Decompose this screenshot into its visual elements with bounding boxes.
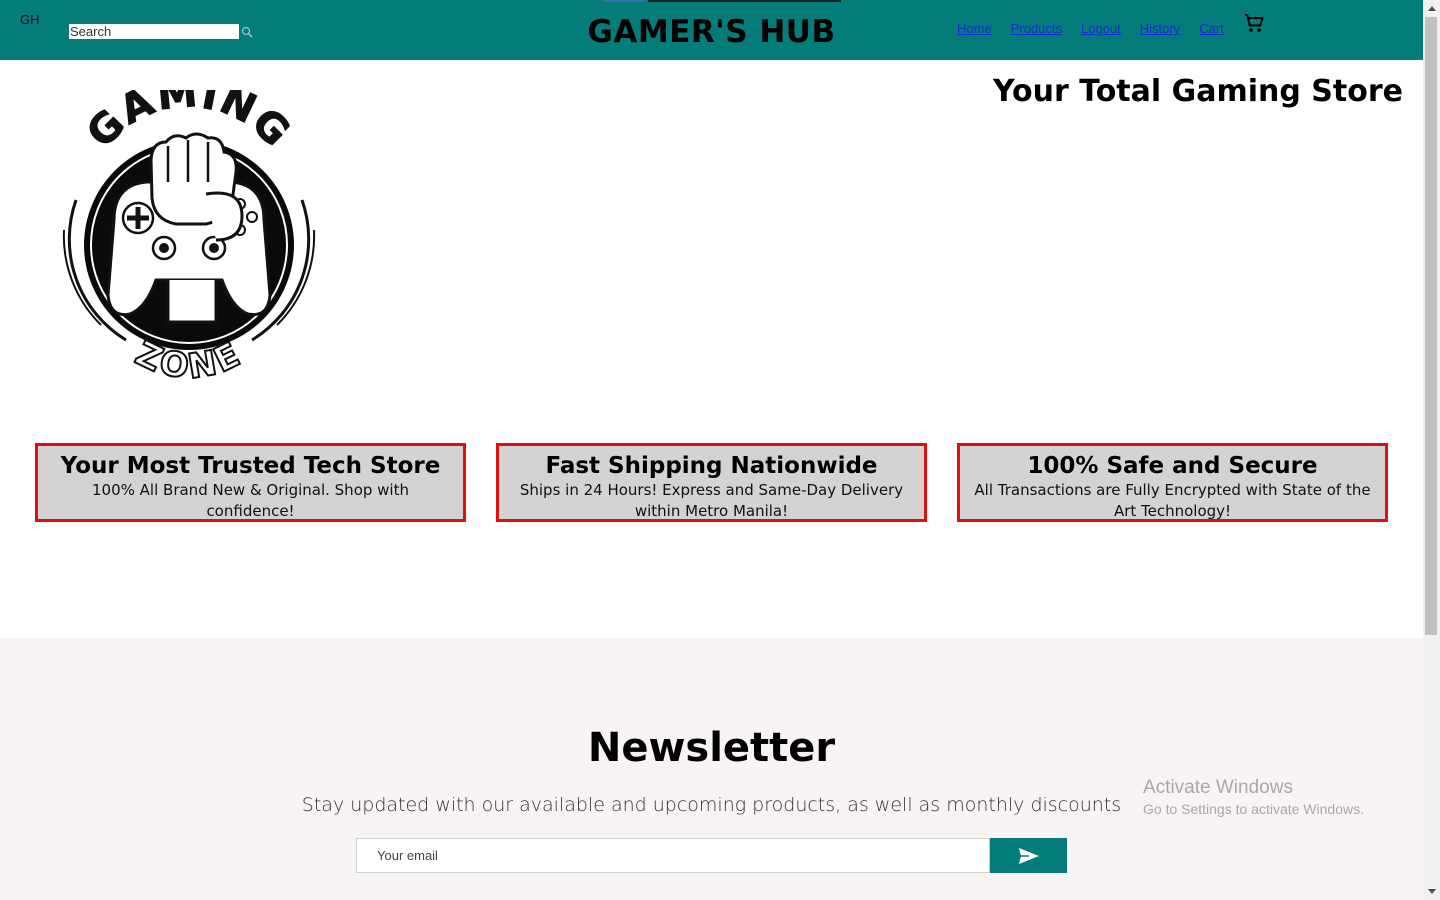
send-icon — [1018, 847, 1039, 864]
vertical-scrollbar[interactable] — [1423, 0, 1440, 900]
feature-text: Ships in 24 Hours! Express and Same-Day … — [519, 481, 904, 520]
page: GH GAMER'S HUB Home Products Logout Hist… — [0, 0, 1423, 900]
feature-card-trusted: Your Most Trusted Tech Store 100% All Br… — [35, 443, 466, 522]
newsletter-form — [356, 838, 1067, 873]
scroll-up-arrow-icon[interactable] — [1423, 0, 1440, 17]
title-accent-line — [603, 0, 645, 2]
nav-history-link[interactable]: History — [1140, 21, 1180, 36]
title-accent-line — [648, 0, 841, 2]
newsletter-title: Newsletter — [587, 725, 836, 771]
site-title: GAMER'S HUB — [587, 14, 836, 50]
nav-products-link[interactable]: Products — [1011, 21, 1062, 36]
send-button[interactable] — [990, 838, 1067, 873]
feature-title: 100% Safe and Secure — [1027, 453, 1318, 479]
feature-text: All Transactions are Fully Encrypted wit… — [974, 481, 1371, 520]
nav-logout-link[interactable]: Logout — [1081, 21, 1121, 36]
watermark-line: Go to Settings to activate Windows. — [1143, 801, 1364, 817]
search-icon[interactable] — [241, 26, 253, 38]
windows-activation-watermark: Activate Windows Go to Settings to activ… — [1143, 776, 1364, 819]
brand-initials[interactable]: GH — [20, 12, 40, 27]
email-field[interactable] — [356, 838, 990, 873]
feature-title: Fast Shipping Nationwide — [545, 453, 878, 479]
nav-cart-link[interactable]: Cart — [1199, 21, 1224, 36]
main-nav: Home Products Logout History Cart — [957, 21, 1243, 36]
nav-home-link[interactable]: Home — [957, 21, 992, 36]
feature-card-shipping: Fast Shipping Nationwide Ships in 24 Hou… — [496, 443, 927, 522]
watermark-line: Activate Windows — [1143, 777, 1293, 798]
feature-text: 100% All Brand New & Original. Shop with… — [92, 481, 409, 520]
search-bar — [69, 24, 253, 39]
feature-title: Your Most Trusted Tech Store — [60, 453, 441, 479]
top-navbar: GH GAMER'S HUB Home Products Logout Hist… — [0, 0, 1423, 60]
search-input[interactable] — [69, 24, 239, 39]
feature-card-secure: 100% Safe and Secure All Transactions ar… — [957, 443, 1388, 522]
gaming-zone-logo: GAMING ZONE — [62, 90, 316, 388]
scrollbar-thumb[interactable] — [1425, 17, 1437, 635]
newsletter-section: Newsletter Stay updated with our availab… — [0, 638, 1423, 900]
cart-icon[interactable] — [1242, 11, 1266, 35]
store-tagline: Your Total Gaming Store — [993, 74, 1403, 109]
scroll-down-arrow-icon[interactable] — [1423, 883, 1440, 900]
